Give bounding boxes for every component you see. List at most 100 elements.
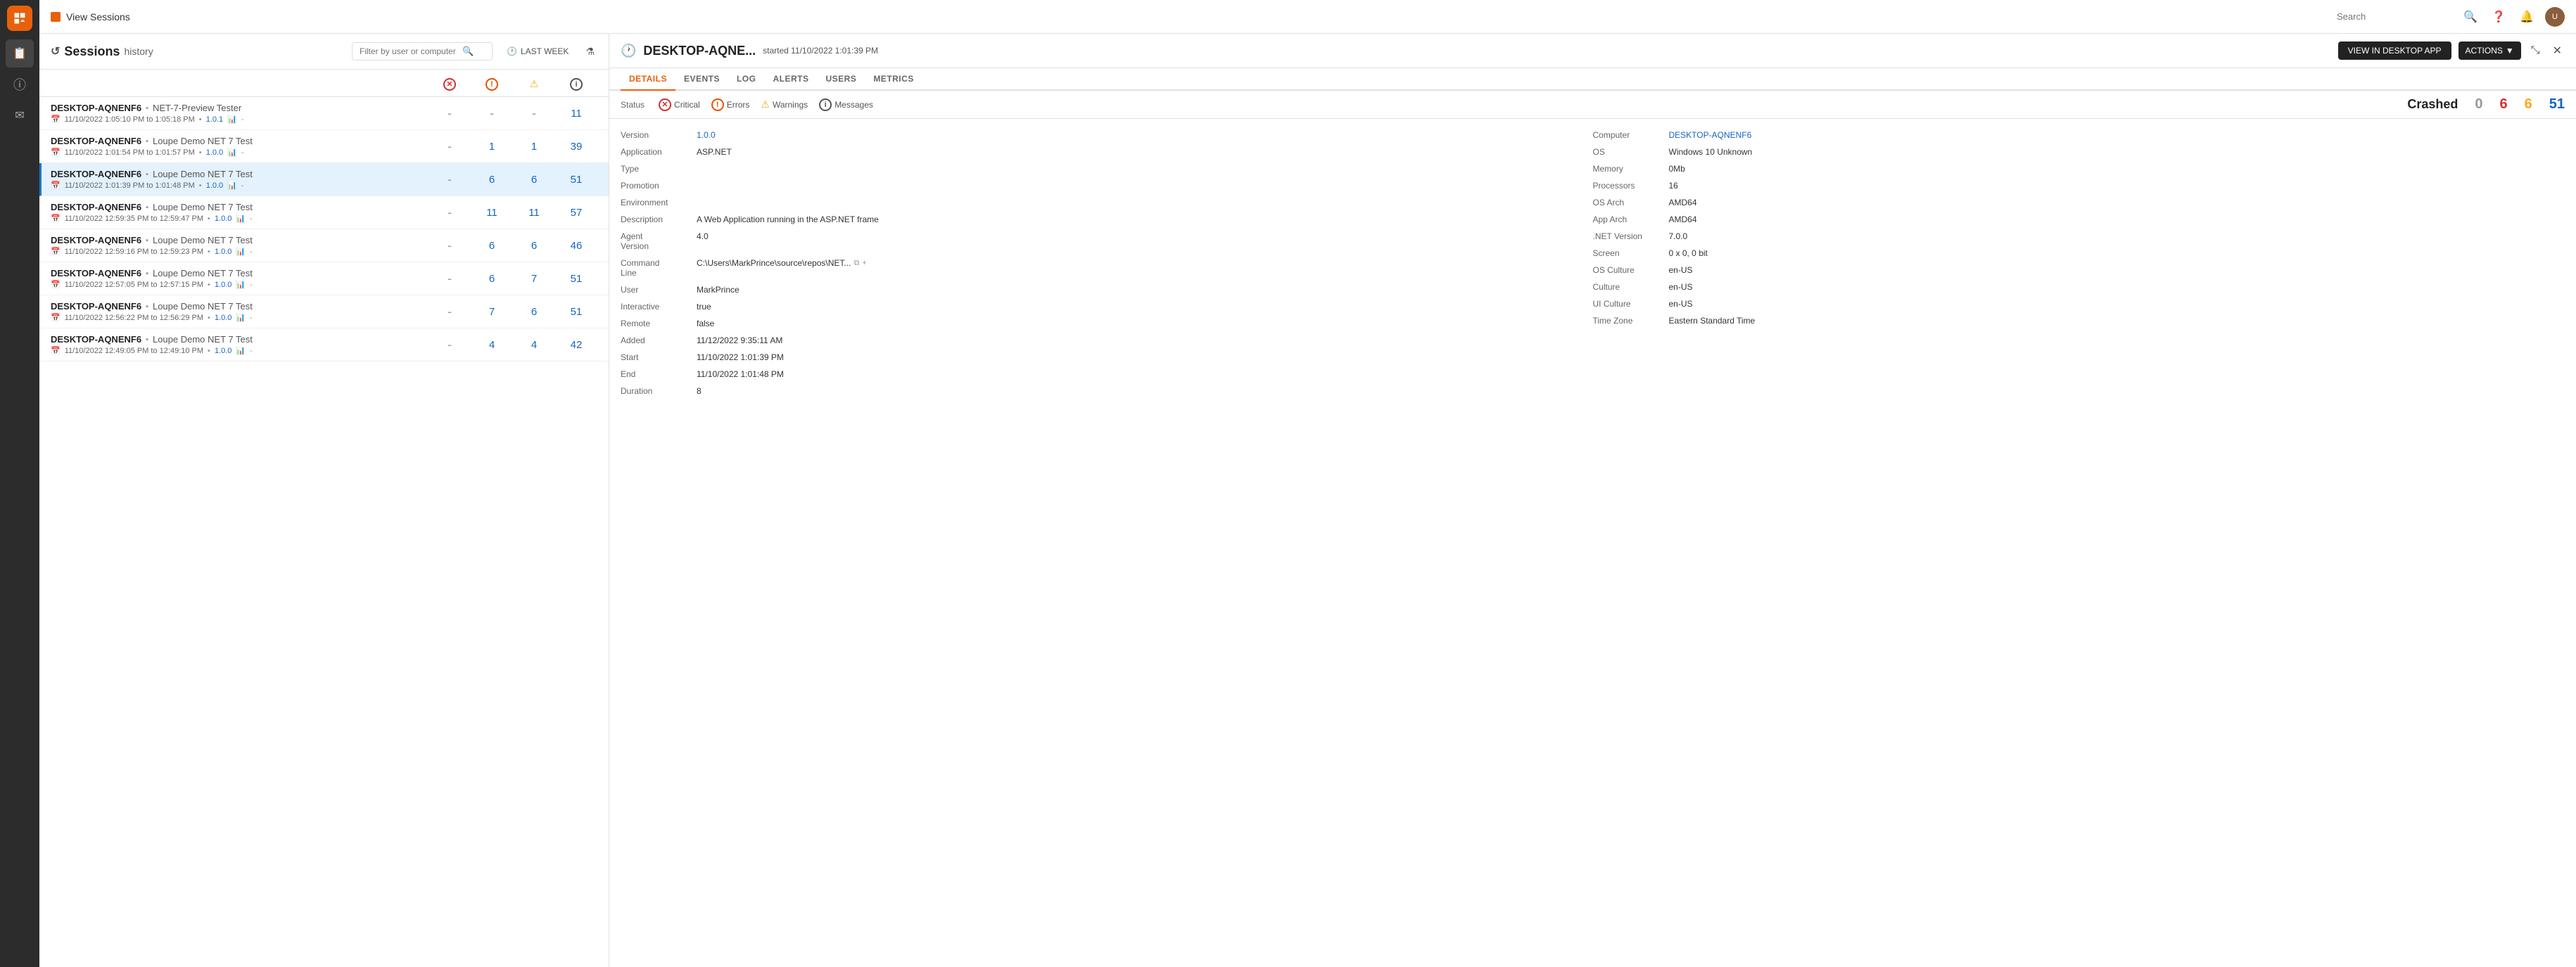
tab-events[interactable]: EVENTS: [675, 68, 728, 91]
messages-val: 46: [555, 240, 597, 252]
tab-metrics[interactable]: METRICS: [865, 68, 922, 91]
field-label-user: User: [621, 285, 691, 295]
topbar-title: View Sessions: [51, 11, 130, 23]
warnings-val: 6: [513, 174, 555, 186]
field-value-remote: false: [697, 319, 714, 328]
warnings-triangle-icon: ⚠: [530, 78, 539, 90]
tab-alerts[interactable]: ALERTS: [764, 68, 817, 91]
session-row[interactable]: DESKTOP-AQNENF6 ▪ NET-7-Preview Tester 📅…: [39, 97, 609, 130]
funnel-icon[interactable]: ⚗: [583, 43, 597, 60]
errors-val: 4: [471, 339, 513, 351]
messages-circle-icon: i: [570, 78, 583, 91]
session-row-main: DESKTOP-AQNENF6 ▪ Loupe Demo NET 7 Test …: [51, 334, 429, 355]
last-week-label: LAST WEEK: [521, 46, 569, 56]
field-label-application: Application: [621, 147, 691, 157]
calendar-icon: 📅: [51, 313, 61, 322]
errors-val: 6: [471, 240, 513, 252]
field-value-culture: en-US: [1669, 282, 1693, 292]
session-time: 📅 11/10/2022 12:56:22 PM to 12:56:29 PM …: [51, 313, 429, 322]
last-week-button[interactable]: 🕐 LAST WEEK: [501, 44, 574, 59]
session-time: 📅 11/10/2022 1:01:39 PM to 1:01:48 PM ▪ …: [51, 181, 429, 190]
session-row[interactable]: DESKTOP-AQNENF6 ▪ Loupe Demo NET 7 Test …: [39, 262, 609, 295]
copy-icon[interactable]: ⧉: [854, 259, 859, 268]
filter-search-icon: 🔍: [462, 46, 474, 57]
warnings-val: 4: [513, 339, 555, 351]
sidebar: 📋 ⓘ ✉: [0, 0, 39, 967]
topbar-icons: 🔍 ❓ 🔔 U: [2461, 7, 2565, 27]
sidebar-item-alerts[interactable]: ⓘ: [6, 70, 34, 98]
session-time: 📅 11/10/2022 12:57:05 PM to 12:57:15 PM …: [51, 280, 429, 289]
messages-count: 51: [2549, 96, 2565, 113]
notifications-icon[interactable]: 🔔: [2517, 7, 2537, 27]
field-label-start: Start: [621, 352, 691, 362]
filter-input[interactable]: [360, 46, 458, 56]
search-icon[interactable]: 🔍: [2461, 7, 2480, 27]
detail-body: Version 1.0.0 Application ASP.NET Type P…: [609, 119, 2576, 967]
field-value-added: 11/12/2022 9:35:11 AM: [697, 335, 782, 345]
warnings-val: 11: [513, 207, 555, 219]
session-computer-name: DESKTOP-AQNENF6 ▪ Loupe Demo NET 7 Test: [51, 301, 429, 312]
tab-details[interactable]: DETAILS: [621, 68, 675, 91]
field-label-net-version: .NET Version: [1593, 231, 1663, 241]
session-row-main: DESKTOP-AQNENF6 ▪ Loupe Demo NET 7 Test …: [51, 136, 429, 157]
field-label-app-arch: App Arch: [1593, 214, 1663, 224]
field-description: Description A Web Application running in…: [621, 214, 1593, 224]
errors-status-icon: !: [711, 98, 724, 111]
status-errors: ! Errors: [711, 98, 750, 111]
app-logo[interactable]: [7, 6, 32, 31]
field-value-computer[interactable]: DESKTOP-AQNENF6: [1669, 130, 1752, 140]
session-time: 📅 11/10/2022 1:05:10 PM to 1:05:18 PM ▪ …: [51, 115, 429, 124]
session-computer-name: DESKTOP-AQNENF6 ▪ Loupe Demo NET 7 Test: [51, 169, 429, 179]
session-row[interactable]: DESKTOP-AQNENF6 ▪ Loupe Demo NET 7 Test …: [39, 229, 609, 262]
field-label-interactive: Interactive: [621, 302, 691, 312]
field-value-time-zone: Eastern Standard Time: [1669, 316, 1756, 326]
session-row[interactable]: DESKTOP-AQNENF6 ▪ Loupe Demo NET 7 Test …: [39, 163, 609, 196]
field-value-end: 11/10/2022 1:01:48 PM: [697, 369, 784, 379]
history-icon: ↺: [51, 44, 60, 58]
detail-tabs: DETAILS EVENTS LOG ALERTS USERS METRICS: [609, 68, 2576, 91]
search-input[interactable]: [2337, 11, 2449, 22]
filter-input-wrap[interactable]: 🔍: [352, 42, 493, 60]
session-row[interactable]: DESKTOP-AQNENF6 ▪ Loupe Demo NET 7 Test …: [39, 196, 609, 229]
sidebar-item-messages[interactable]: ✉: [6, 101, 34, 129]
field-label-command-line: CommandLine: [621, 258, 691, 278]
field-start: Start 11/10/2022 1:01:39 PM: [621, 352, 1593, 362]
session-row[interactable]: DESKTOP-AQNENF6 ▪ Loupe Demo NET 7 Test …: [39, 130, 609, 163]
field-label-screen: Screen: [1593, 248, 1663, 258]
topbar-label: View Sessions: [66, 11, 130, 23]
status-critical: ✕ Critical: [659, 98, 700, 111]
tab-log[interactable]: LOG: [728, 68, 765, 91]
help-icon[interactable]: ❓: [2489, 7, 2508, 27]
critical-count: 0: [2475, 96, 2482, 113]
warnings-val: 7: [513, 273, 555, 285]
expand-icon[interactable]: ⤡: [2528, 41, 2543, 60]
add-icon[interactable]: +: [862, 259, 866, 267]
session-row-main: DESKTOP-AQNENF6 ▪ Loupe Demo NET 7 Test …: [51, 268, 429, 289]
field-promotion: Promotion: [621, 181, 1593, 191]
field-value-application: ASP.NET: [697, 147, 732, 157]
status-messages: i Messages: [819, 98, 873, 111]
tab-users[interactable]: USERS: [817, 68, 865, 91]
session-row[interactable]: DESKTOP-AQNENF6 ▪ Loupe Demo NET 7 Test …: [39, 328, 609, 361]
field-value-version[interactable]: 1.0.0: [697, 130, 716, 140]
field-label-type: Type: [621, 164, 691, 174]
stopwatch-icon: 🕐: [621, 44, 636, 58]
session-row[interactable]: DESKTOP-AQNENF6 ▪ Loupe Demo NET 7 Test …: [39, 295, 609, 328]
critical-val: -: [429, 172, 471, 187]
status-label: Status: [621, 100, 645, 110]
view-in-desktop-app-button[interactable]: VIEW IN DESKTOP APP: [2338, 41, 2451, 60]
field-label-agent-version: AgentVersion: [621, 231, 691, 251]
critical-status-label: Critical: [674, 100, 700, 110]
errors-header-icon: !: [471, 75, 513, 91]
sidebar-item-sessions[interactable]: 📋: [6, 39, 34, 68]
field-command-line: CommandLine C:\Users\MarkPrince\source\r…: [621, 258, 1593, 278]
actions-button[interactable]: ACTIONS ▼: [2458, 41, 2521, 60]
orange-square-icon: [51, 12, 61, 22]
status-items: ✕ Critical ! Errors ⚠ Warnings i Message…: [659, 98, 873, 111]
calendar-icon: 📅: [51, 181, 61, 190]
user-avatar[interactable]: U: [2545, 7, 2565, 27]
alerts-icon: ⓘ: [13, 75, 26, 94]
field-label-version: Version: [621, 130, 691, 140]
close-icon[interactable]: ✕: [2550, 41, 2565, 60]
messages-icon: ✉: [15, 108, 24, 122]
